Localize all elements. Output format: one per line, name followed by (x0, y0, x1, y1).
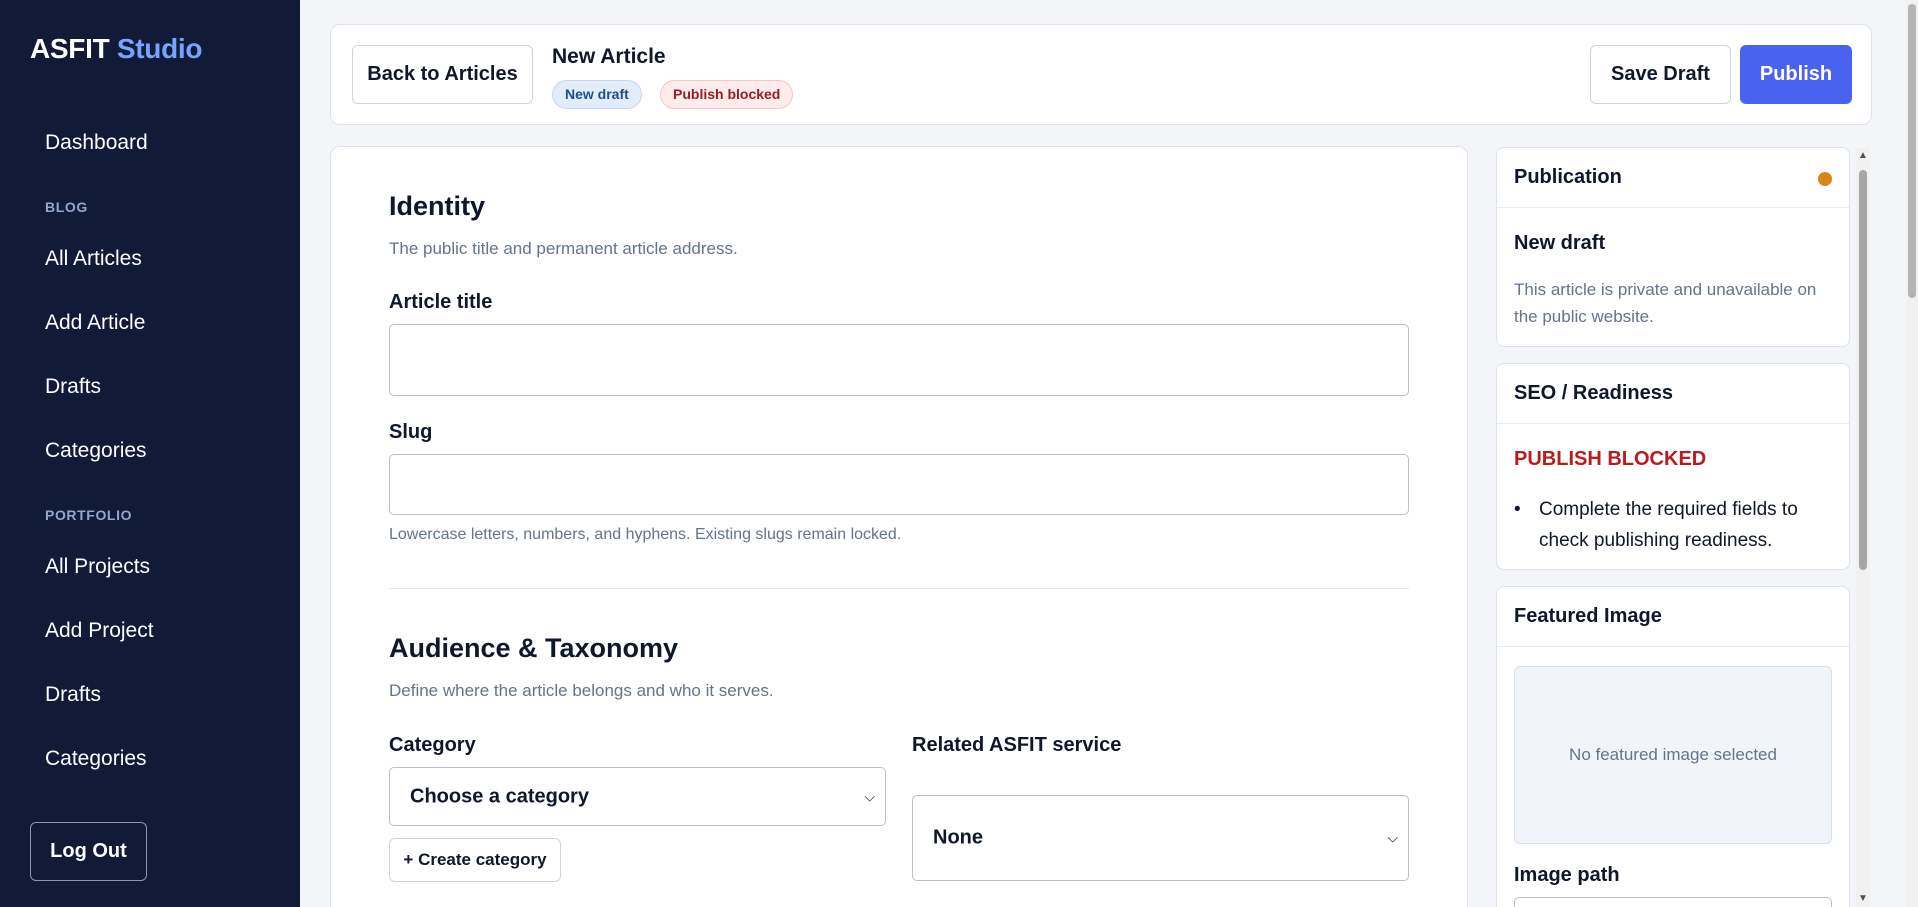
taxonomy-section-description: Define where the article belongs and who… (389, 681, 774, 700)
save-draft-button[interactable]: Save Draft (1590, 45, 1731, 104)
featured-image-panel-title: Featured Image (1514, 605, 1662, 627)
seo-panel-title: SEO / Readiness (1514, 382, 1673, 404)
sidebar-item-add-article[interactable]: Add Article (45, 311, 145, 335)
sidebar-item-all-articles[interactable]: All Articles (45, 247, 142, 271)
article-title-input[interactable] (389, 324, 1409, 396)
scroll-up-arrow-icon[interactable]: ▲ (1856, 148, 1870, 164)
category-label: Category (389, 734, 476, 756)
editor-header: Back to Articles New Article New draft P… (330, 24, 1872, 125)
page-scroll-thumb[interactable] (1908, 4, 1916, 298)
seo-checklist: • Complete the required fields to check … (1514, 494, 1840, 556)
image-path-label: Image path (1514, 864, 1620, 886)
seo-checklist-item: • Complete the required fields to check … (1514, 494, 1840, 556)
sidebar-item-portfolio-drafts[interactable]: Drafts (45, 683, 101, 707)
sidebar-item-add-project[interactable]: Add Project (45, 619, 154, 643)
status-badge-blocked: Publish blocked (660, 80, 794, 109)
seo-readiness-panel: SEO / Readiness PUBLISH BLOCKED • Comple… (1496, 363, 1850, 570)
seo-checklist-item-text: Complete the required fields to check pu… (1539, 499, 1798, 551)
back-to-articles-button[interactable]: Back to Articles (352, 45, 533, 104)
scroll-down-arrow-icon[interactable]: ▼ (1856, 891, 1870, 907)
article-title-label: Article title (389, 291, 493, 313)
brand-main: ASFIT (30, 33, 110, 64)
brand-accent: Studio (116, 33, 203, 64)
publication-description: This article is private and unavailable … (1514, 280, 1817, 326)
slug-label: Slug (389, 421, 433, 443)
section-divider (389, 588, 1409, 589)
related-service-select[interactable]: None ⌵ (912, 795, 1409, 881)
taxonomy-section-title: Audience & Taxonomy (389, 633, 679, 663)
page-scrollbar[interactable] (1906, 0, 1918, 907)
logout-button[interactable]: Log Out (30, 822, 147, 881)
page-title: New Article (552, 45, 666, 68)
sidebar-item-dashboard[interactable]: Dashboard (45, 131, 148, 155)
create-category-button[interactable]: + Create category (389, 838, 561, 882)
identity-section-title: Identity (389, 191, 486, 221)
publication-panel-header: Publication (1497, 148, 1849, 208)
sidebar-item-all-projects[interactable]: All Projects (45, 555, 150, 579)
related-service-label: Related ASFIT service (912, 734, 1122, 756)
image-path-input[interactable] (1514, 897, 1832, 907)
publication-state: New draft (1514, 232, 1606, 254)
sidebar-item-blog-categories[interactable]: Categories (45, 439, 147, 463)
category-select[interactable]: Choose a category ⌵ (389, 767, 886, 826)
status-dot-icon (1818, 172, 1832, 186)
featured-image-placeholder: No featured image selected (1569, 745, 1777, 764)
featured-image-panel: Featured Image No featured image selecte… (1496, 586, 1850, 907)
category-select-value: Choose a category (410, 785, 589, 807)
sidebar-section-blog: BLOG (45, 199, 88, 215)
brand-logo[interactable]: ASFIT Studio (30, 33, 202, 65)
featured-image-panel-header: Featured Image (1497, 587, 1849, 647)
sidebar-item-portfolio-categories[interactable]: Categories (45, 747, 147, 771)
panel-scrollbar[interactable]: ▲ ▼ (1856, 148, 1870, 907)
article-form: Identity The public title and permanent … (330, 146, 1468, 907)
publication-panel: Publication New draft This article is pr… (1496, 147, 1850, 347)
chevron-down-icon: ⌵ (864, 788, 875, 804)
sidebar-section-portfolio: PORTFOLIO (45, 507, 133, 523)
identity-section-description: The public title and permanent article a… (389, 239, 738, 258)
related-service-select-value: None (933, 826, 983, 849)
chevron-down-icon: ⌵ (1387, 829, 1398, 846)
seo-panel-header: SEO / Readiness (1497, 364, 1849, 424)
bullet-icon: • (1514, 499, 1521, 520)
seo-status: PUBLISH BLOCKED (1514, 448, 1707, 470)
sidebar: ASFIT Studio Dashboard BLOG All Articles… (0, 0, 300, 907)
featured-image-dropzone[interactable]: No featured image selected (1514, 666, 1832, 844)
slug-hint: Lowercase letters, numbers, and hyphens.… (389, 526, 902, 543)
slug-input[interactable] (389, 454, 1409, 515)
sidebar-item-blog-drafts[interactable]: Drafts (45, 375, 101, 399)
status-badge-draft: New draft (552, 80, 642, 109)
scroll-thumb[interactable] (1859, 170, 1867, 570)
publish-button[interactable]: Publish (1740, 45, 1852, 104)
publication-panel-title: Publication (1514, 166, 1622, 188)
